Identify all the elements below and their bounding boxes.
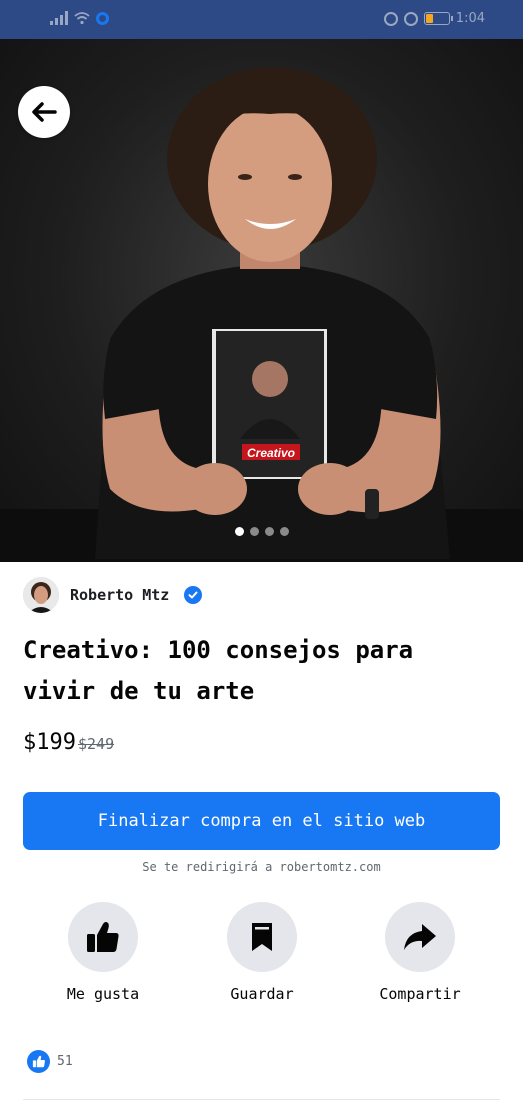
messenger-notification-icon <box>96 11 109 25</box>
listing-price: $199 <box>23 730 76 755</box>
seller-name[interactable]: Roberto Mtz <box>70 586 169 604</box>
book-cover-title: Creativo <box>247 446 295 460</box>
alarm-icon <box>403 11 418 26</box>
carousel-dot[interactable] <box>279 527 289 536</box>
share-button[interactable] <box>385 902 455 972</box>
seller-info[interactable]: Roberto Mtz <box>23 577 203 613</box>
listing-title: Creativo: 100 consejos para vivir de tu … <box>23 636 414 705</box>
seller-avatar[interactable] <box>23 577 59 613</box>
carousel-dot[interactable] <box>264 527 274 536</box>
like-reaction-icon <box>27 1050 50 1073</box>
price-row: $199 $249 <box>23 730 114 755</box>
status-bar: 1:04 <box>0 0 523 39</box>
save-label[interactable]: Guardar <box>230 985 293 1003</box>
bookmark-icon <box>252 923 272 951</box>
thumbs-up-icon <box>87 922 119 952</box>
redirect-note: Se te redirigirá a robertomtz.com <box>142 860 381 874</box>
like-action[interactable]: Me gusta <box>33 902 173 1003</box>
share-icon <box>404 924 436 950</box>
wifi-icon <box>74 12 90 25</box>
back-button[interactable] <box>18 86 70 138</box>
carousel-indicator <box>0 527 523 536</box>
carousel-dot[interactable] <box>234 527 244 536</box>
share-label[interactable]: Compartir <box>379 985 460 1003</box>
product-image-carousel[interactable]: Creativo <box>0 39 523 562</box>
checkout-on-website-button[interactable]: Finalizar compra en el sitio web <box>23 792 500 850</box>
like-button[interactable] <box>68 902 138 972</box>
status-time: 1:04 <box>455 11 485 26</box>
back-arrow-icon <box>32 102 57 122</box>
reaction-summary[interactable]: 51 <box>27 1050 73 1073</box>
original-price: $249 <box>77 735 115 753</box>
divider <box>23 1099 500 1100</box>
save-action[interactable]: Guardar <box>192 902 332 1003</box>
data-saver-icon <box>383 11 398 26</box>
verified-icon <box>184 586 203 604</box>
share-action[interactable]: Compartir <box>350 902 490 1003</box>
signal-icon <box>50 11 68 25</box>
battery-icon <box>423 12 453 25</box>
product-photo: Creativo <box>0 67 523 562</box>
like-label[interactable]: Me gusta <box>67 985 139 1003</box>
like-count: 51 <box>57 1054 73 1069</box>
carousel-dot[interactable] <box>249 527 259 536</box>
save-button[interactable] <box>227 902 297 972</box>
